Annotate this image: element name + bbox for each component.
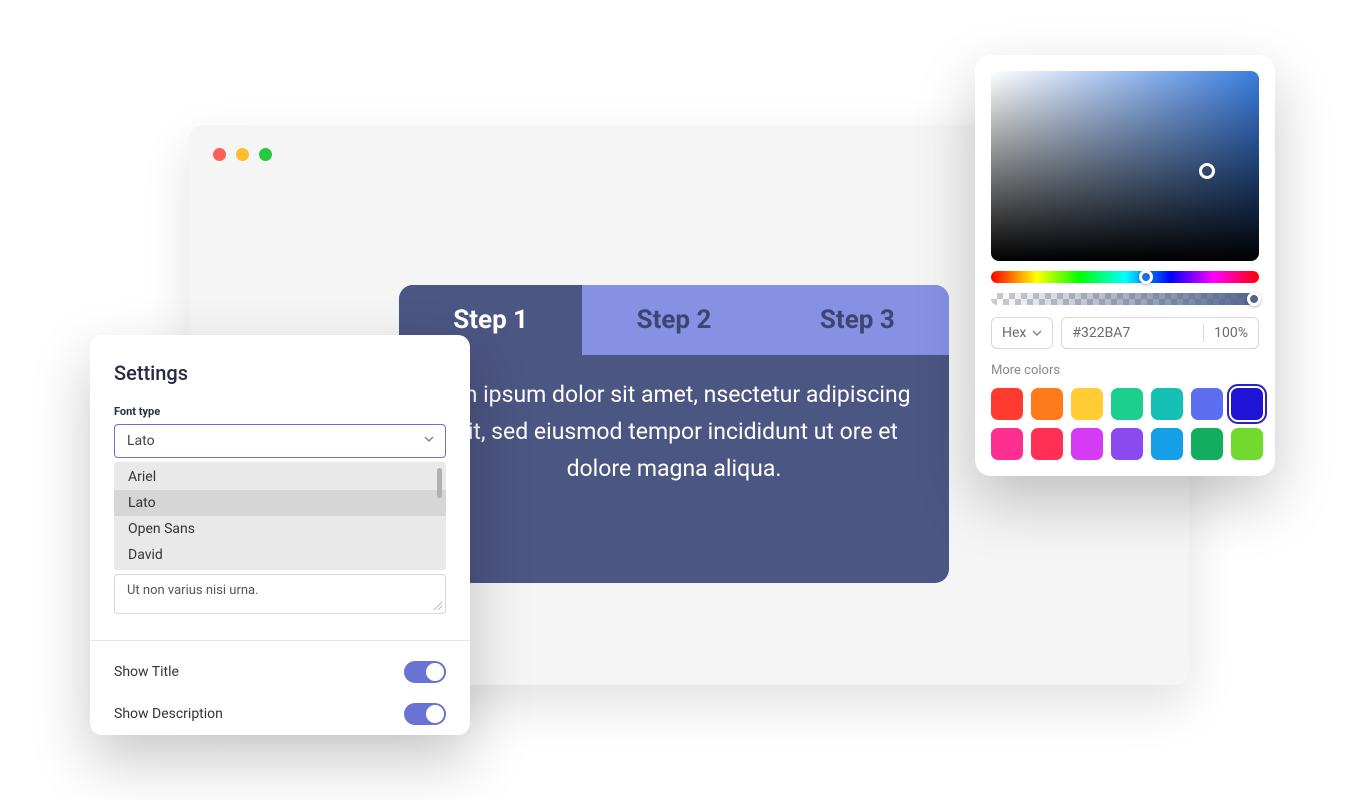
color-format-select[interactable]: Hex xyxy=(991,317,1053,349)
color-format-value: Hex xyxy=(1002,325,1026,341)
saturation-cursor-icon[interactable] xyxy=(1199,163,1215,179)
color-swatch[interactable] xyxy=(1231,388,1263,420)
hue-thumb[interactable] xyxy=(1139,270,1153,284)
font-option[interactable]: Ariel xyxy=(114,464,446,490)
settings-panel: Settings Font type Lato ArielLatoOpen Sa… xyxy=(90,335,470,735)
maximize-window-icon[interactable] xyxy=(259,148,272,161)
color-swatch[interactable] xyxy=(1231,428,1263,460)
color-swatches xyxy=(991,388,1259,460)
chevron-down-icon xyxy=(1032,328,1042,338)
font-type-select[interactable]: Lato xyxy=(114,424,446,458)
font-option[interactable]: Lato xyxy=(114,490,446,516)
description-textarea[interactable] xyxy=(114,574,446,614)
more-colors-label: More colors xyxy=(991,363,1259,378)
step-tab-2[interactable]: Step 2 xyxy=(582,285,765,355)
color-inputs: Hex #322BA7 100% xyxy=(991,317,1259,349)
traffic-lights xyxy=(213,148,272,161)
step-tab-3[interactable]: Step 3 xyxy=(766,285,949,355)
show-description-label: Show Description xyxy=(114,706,223,722)
alpha-thumb[interactable] xyxy=(1247,292,1261,306)
opacity-value: 100% xyxy=(1214,325,1248,341)
divider xyxy=(90,640,470,641)
hex-value: #322BA7 xyxy=(1072,325,1193,341)
show-description-toggle[interactable] xyxy=(404,703,446,725)
steps-tabs: Step 1Step 2Step 3 xyxy=(399,285,949,355)
font-dropdown-list: ArielLatoOpen SansDavid xyxy=(114,462,446,570)
color-swatch[interactable] xyxy=(991,428,1023,460)
steps-body-text: rem ipsum dolor sit amet, nsectetur adip… xyxy=(399,355,949,509)
color-swatch[interactable] xyxy=(1111,428,1143,460)
color-swatch[interactable] xyxy=(1151,388,1183,420)
hue-slider[interactable] xyxy=(991,271,1259,283)
color-swatch[interactable] xyxy=(991,388,1023,420)
color-swatch[interactable] xyxy=(1031,428,1063,460)
color-swatch[interactable] xyxy=(1071,428,1103,460)
alpha-slider[interactable] xyxy=(991,293,1259,305)
chevron-down-icon xyxy=(423,433,435,449)
font-type-label: Font type xyxy=(114,405,446,418)
color-swatch[interactable] xyxy=(1191,428,1223,460)
separator xyxy=(1203,324,1204,342)
color-swatch[interactable] xyxy=(1031,388,1063,420)
color-swatch[interactable] xyxy=(1151,428,1183,460)
color-swatch[interactable] xyxy=(1111,388,1143,420)
show-description-row: Show Description xyxy=(114,703,446,725)
show-title-toggle[interactable] xyxy=(404,661,446,683)
font-option[interactable]: Open Sans xyxy=(114,516,446,542)
settings-title: Settings xyxy=(114,361,446,385)
color-swatch[interactable] xyxy=(1191,388,1223,420)
close-window-icon[interactable] xyxy=(213,148,226,161)
saturation-area[interactable] xyxy=(991,71,1259,261)
show-title-row: Show Title xyxy=(114,661,446,683)
color-picker-panel: Hex #322BA7 100% More colors xyxy=(975,55,1275,476)
show-title-label: Show Title xyxy=(114,664,179,680)
scrollbar[interactable] xyxy=(437,468,442,498)
font-option[interactable]: David xyxy=(114,542,446,568)
hex-input[interactable]: #322BA7 100% xyxy=(1061,317,1259,349)
steps-card: Step 1Step 2Step 3 rem ipsum dolor sit a… xyxy=(399,285,949,583)
font-type-value: Lato xyxy=(127,433,155,449)
resize-handle-icon[interactable] xyxy=(432,595,442,614)
color-swatch[interactable] xyxy=(1071,388,1103,420)
minimize-window-icon[interactable] xyxy=(236,148,249,161)
